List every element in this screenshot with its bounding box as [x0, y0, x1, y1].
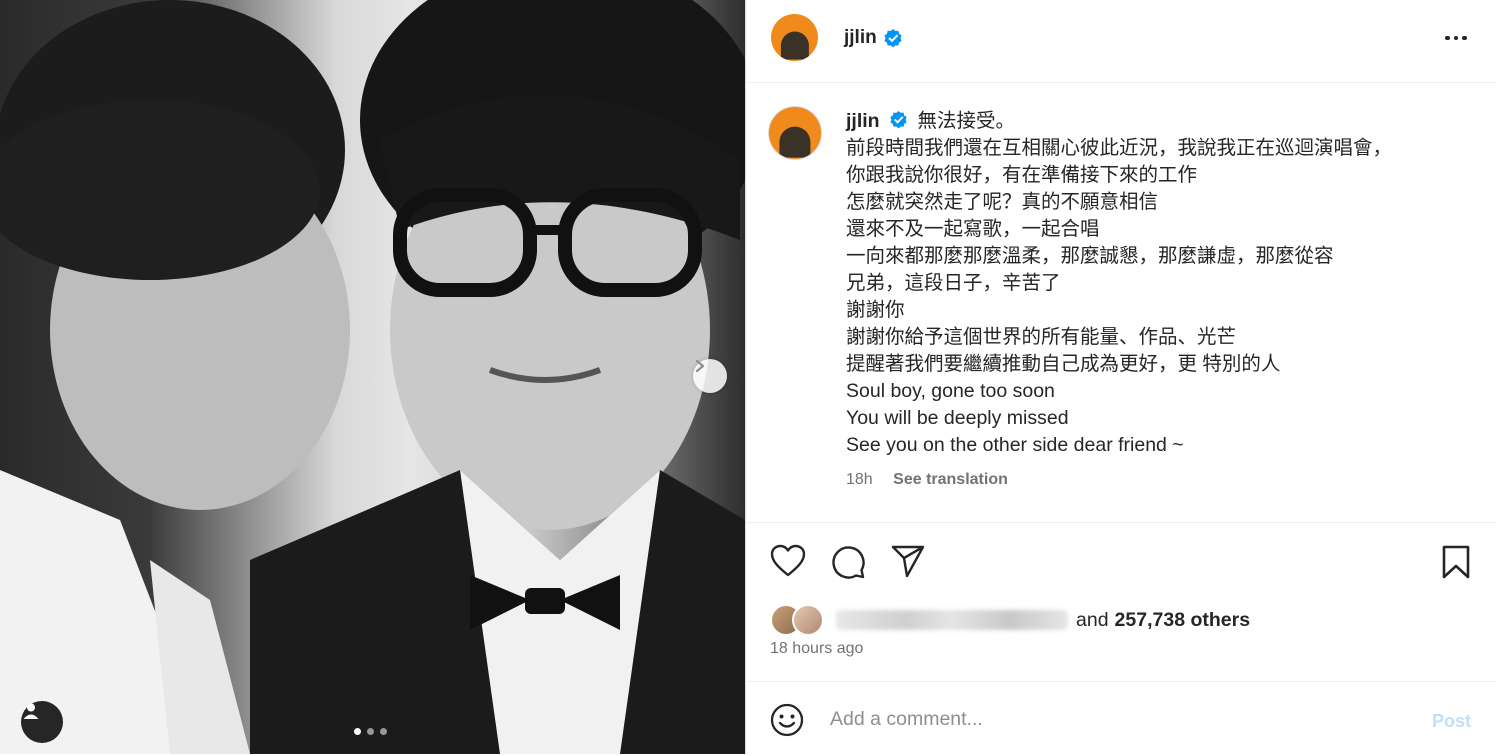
caption-meta: 18h See translation: [846, 471, 1008, 489]
post-details-panel: jjlin jjlin 無法接受。 前段時間我們還在互相關心彼此近況，我說我正在…: [745, 0, 1497, 754]
caption-line: 怎麼就突然走了呢？真的不願意相信: [846, 191, 1159, 213]
post-header: jjlin: [746, 0, 1496, 83]
caption-line: Soul boy, gone too soon: [846, 380, 1055, 402]
caption-line: 兄弟，這段日子，辛苦了: [846, 272, 1061, 294]
carousel-dot: [367, 728, 374, 735]
avatar[interactable]: [771, 14, 818, 61]
caption: jjlin 無法接受。 前段時間我們還在互相關心彼此近況，我說我正在巡迴演唱會，…: [846, 108, 1466, 459]
username-link[interactable]: jjlin: [844, 27, 877, 49]
verified-icon: [890, 111, 907, 129]
user-tags-button[interactable]: [21, 701, 63, 743]
caption-line: 無法接受。: [917, 110, 1015, 132]
actions-divider: [746, 522, 1496, 524]
likes-summary[interactable]: and 257,738 others: [770, 604, 1250, 636]
caption-line: 提醒著我們要繼續推動自己成為更好，更 特別的人: [846, 353, 1281, 375]
liker-avatars: [770, 604, 824, 636]
more-options-button[interactable]: [1441, 26, 1471, 50]
carousel-dot: [380, 728, 387, 735]
caption-avatar[interactable]: [768, 106, 822, 160]
verified-icon: [884, 29, 902, 48]
comment-input[interactable]: [830, 708, 1390, 731]
more-icon: [1445, 35, 1450, 41]
caption-line: 謝謝你給予這個世界的所有能量、作品、光芒: [846, 326, 1237, 348]
chevron-right-icon: [695, 359, 705, 373]
caption-line: 還來不及一起寫歌，一起合唱: [846, 218, 1100, 240]
share-icon[interactable]: [890, 544, 926, 578]
photo-illustration: [0, 0, 745, 754]
caption-line: 一向來都那麼那麼溫柔，那麼誠懇，那麼謙虛，那麼從容: [846, 245, 1334, 267]
caption-line: See you on the other side dear friend ~: [846, 434, 1184, 456]
post-photo[interactable]: [0, 0, 745, 754]
carousel-next-button[interactable]: [693, 359, 727, 393]
post-comment-button[interactable]: Post: [1432, 711, 1471, 732]
caption-time: 18h: [846, 471, 873, 488]
bookmark-icon[interactable]: [1440, 544, 1472, 580]
likes-count[interactable]: 257,738 others: [1115, 609, 1251, 632]
caption-line: 謝謝你: [846, 299, 905, 321]
user-tag-icon: [23, 703, 39, 719]
caption-username[interactable]: jjlin: [846, 110, 880, 132]
caption-line: 前段時間我們還在互相關心彼此近況，我說我正在巡迴演唱會，: [846, 137, 1393, 159]
avatar: [792, 604, 824, 636]
post-timestamp: 18 hours ago: [770, 640, 864, 657]
liker-names-blurred: [836, 610, 1068, 630]
see-translation-button[interactable]: See translation: [893, 471, 1008, 488]
caption-line: You will be deeply missed: [846, 407, 1069, 429]
comment-bar: Post: [746, 681, 1496, 755]
heart-icon[interactable]: [770, 544, 806, 578]
emoji-icon[interactable]: [770, 703, 804, 737]
comment-icon[interactable]: [830, 544, 866, 580]
header-user: jjlin: [844, 27, 903, 49]
carousel-dot: [354, 728, 361, 735]
likes-connector: and: [1076, 608, 1109, 631]
carousel-indicator: [354, 728, 387, 735]
caption-line: 你跟我說你很好，有在準備接下來的工作: [846, 164, 1198, 186]
